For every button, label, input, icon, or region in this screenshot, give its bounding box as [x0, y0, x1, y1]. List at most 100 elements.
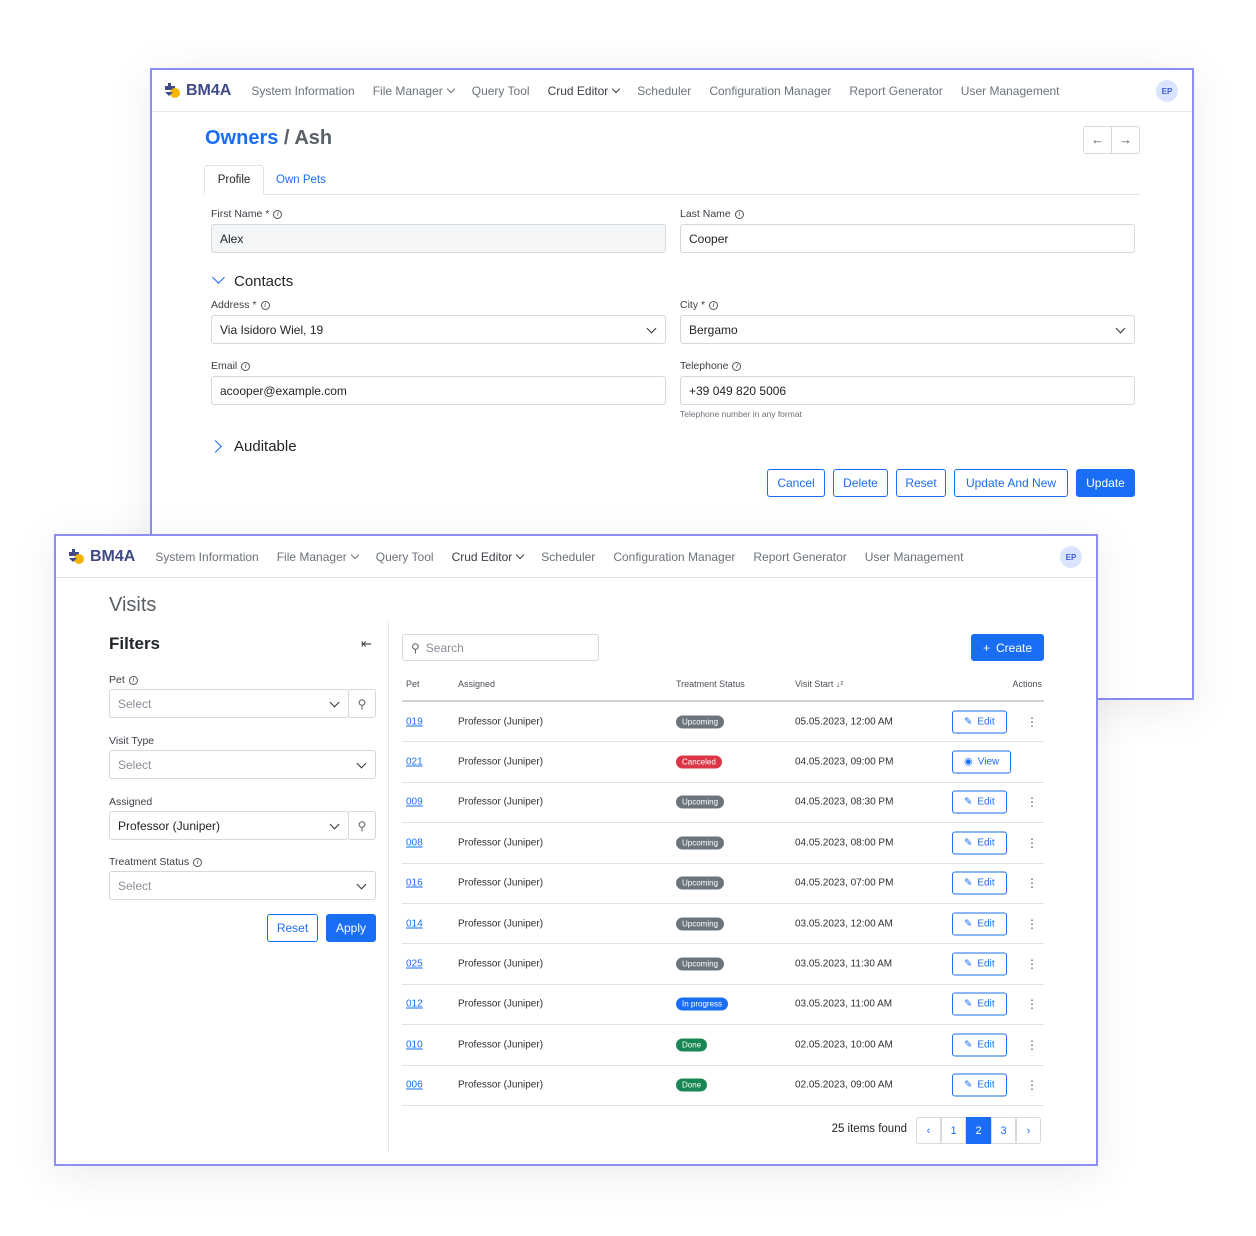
- nav-user-management[interactable]: User Management: [865, 550, 964, 564]
- pet-link[interactable]: 021: [406, 757, 423, 768]
- reset-button[interactable]: Reset: [896, 469, 946, 497]
- pet-link[interactable]: 009: [406, 797, 423, 808]
- email-field[interactable]: acooper@example.com: [211, 376, 666, 405]
- more-actions-icon[interactable]: ⋮: [1026, 917, 1038, 931]
- pet-filter-select[interactable]: Select: [109, 689, 349, 718]
- nav-scheduler[interactable]: Scheduler: [541, 550, 595, 564]
- info-icon[interactable]: i: [273, 209, 283, 219]
- brand-logo[interactable]: BM4A: [164, 82, 231, 100]
- first-name-field[interactable]: Alex: [211, 224, 666, 253]
- contacts-section-title[interactable]: Contacts: [234, 273, 293, 290]
- pet-link[interactable]: 014: [406, 918, 423, 929]
- column-assigned[interactable]: Assigned: [458, 679, 495, 689]
- edit-button[interactable]: ✎ Edit: [952, 710, 1007, 734]
- delete-button[interactable]: Delete: [833, 469, 888, 497]
- pet-link[interactable]: 019: [406, 716, 423, 727]
- cancel-button[interactable]: Cancel: [767, 469, 825, 497]
- more-actions-icon[interactable]: ⋮: [1026, 876, 1038, 890]
- page-2[interactable]: 2: [966, 1117, 991, 1144]
- nav-scheduler[interactable]: Scheduler: [637, 84, 691, 98]
- pet-link[interactable]: 012: [406, 999, 423, 1010]
- more-actions-icon[interactable]: ⋮: [1026, 957, 1038, 971]
- pet-link[interactable]: 025: [406, 959, 423, 970]
- tab-profile[interactable]: Profile: [204, 165, 264, 195]
- last-name-field[interactable]: Cooper: [680, 224, 1135, 253]
- column-pet[interactable]: Pet: [406, 679, 420, 689]
- nav-query-tool[interactable]: Query Tool: [376, 550, 434, 564]
- action-label: Edit: [977, 998, 995, 1010]
- info-icon[interactable]: i: [260, 300, 270, 310]
- visit-type-select[interactable]: Select: [109, 750, 376, 779]
- edit-button[interactable]: ✎ Edit: [952, 992, 1007, 1016]
- filter-apply-button[interactable]: Apply: [326, 914, 376, 942]
- nav-user-management[interactable]: User Management: [961, 84, 1060, 98]
- nav-crud-editor[interactable]: Crud Editor: [548, 84, 621, 98]
- edit-button[interactable]: ✎ Edit: [952, 912, 1007, 936]
- edit-button[interactable]: ✎ Edit: [952, 1073, 1007, 1097]
- edit-button[interactable]: ✎ Edit: [952, 831, 1007, 855]
- column-treatment-status[interactable]: Treatment Status: [676, 679, 745, 689]
- pet-link[interactable]: 006: [406, 1080, 423, 1091]
- chevron-right-icon[interactable]: [209, 440, 222, 453]
- more-actions-icon[interactable]: ⋮: [1026, 836, 1038, 850]
- auditable-section-title[interactable]: Auditable: [234, 438, 297, 455]
- edit-button[interactable]: ✎ Edit: [952, 1033, 1007, 1057]
- info-icon[interactable]: i: [193, 857, 203, 867]
- pagination-next[interactable]: ›: [1016, 1117, 1041, 1144]
- info-icon[interactable]: i: [128, 675, 138, 685]
- nav-configuration-manager[interactable]: Configuration Manager: [709, 84, 831, 98]
- arrow-right-icon[interactable]: →: [1112, 127, 1139, 153]
- address-select[interactable]: Via Isidoro Wiel, 19: [211, 315, 666, 344]
- chevron-down-icon[interactable]: [212, 271, 225, 284]
- brand-logo[interactable]: BM4A: [68, 548, 135, 566]
- nav-report-generator[interactable]: Report Generator: [849, 84, 942, 98]
- page-1[interactable]: 1: [941, 1117, 966, 1144]
- info-icon[interactable]: i: [709, 300, 719, 310]
- nav-configuration-manager[interactable]: Configuration Manager: [613, 550, 735, 564]
- pagination-prev[interactable]: ‹: [916, 1117, 941, 1144]
- edit-button[interactable]: ✎ Edit: [952, 790, 1007, 814]
- more-actions-icon[interactable]: ⋮: [1026, 1038, 1038, 1052]
- pet-link[interactable]: 016: [406, 878, 423, 889]
- update-and-new-button[interactable]: Update And New: [954, 469, 1068, 497]
- pet-lookup-button[interactable]: ⚲: [348, 689, 376, 718]
- nav-file-manager[interactable]: File Manager: [277, 550, 359, 564]
- collapse-filters-icon[interactable]: ⇤: [361, 636, 372, 652]
- search-input[interactable]: ⚲ Search: [402, 634, 599, 661]
- telephone-field[interactable]: +39 049 820 5006: [680, 376, 1135, 405]
- update-button[interactable]: Update: [1076, 469, 1135, 497]
- more-actions-icon[interactable]: ⋮: [1026, 1078, 1038, 1092]
- arrow-left-icon[interactable]: ←: [1084, 127, 1112, 153]
- edit-button[interactable]: ✎ Edit: [952, 871, 1007, 895]
- breadcrumb-owners[interactable]: Owners: [205, 127, 278, 149]
- avatar[interactable]: EP: [1156, 80, 1178, 102]
- pet-link[interactable]: 010: [406, 1039, 423, 1050]
- city-select[interactable]: Bergamo: [680, 315, 1135, 344]
- edit-button[interactable]: ✎ Edit: [952, 952, 1007, 976]
- info-icon[interactable]: i: [732, 361, 742, 371]
- action-label: Edit: [977, 877, 995, 889]
- treatment-status-select[interactable]: Select: [109, 871, 376, 900]
- column-visit-start[interactable]: Visit Start ↓²: [795, 679, 843, 689]
- info-icon[interactable]: i: [241, 361, 251, 371]
- view-button[interactable]: ◉ View: [952, 750, 1012, 774]
- nav-crud-editor[interactable]: Crud Editor: [452, 550, 525, 564]
- nav-report-generator[interactable]: Report Generator: [753, 550, 846, 564]
- label-text: First Name *: [211, 208, 270, 220]
- filter-reset-button[interactable]: Reset: [267, 914, 318, 942]
- nav-file-manager[interactable]: File Manager: [373, 84, 455, 98]
- page-3[interactable]: 3: [991, 1117, 1016, 1144]
- nav-system-information[interactable]: System Information: [155, 550, 258, 564]
- pet-link[interactable]: 008: [406, 837, 423, 848]
- info-icon[interactable]: i: [734, 209, 744, 219]
- more-actions-icon[interactable]: ⋮: [1026, 997, 1038, 1011]
- nav-query-tool[interactable]: Query Tool: [472, 84, 530, 98]
- tab-own-pets[interactable]: Own Pets: [276, 165, 326, 195]
- nav-system-information[interactable]: System Information: [251, 84, 354, 98]
- more-actions-icon[interactable]: ⋮: [1026, 795, 1038, 809]
- avatar[interactable]: EP: [1060, 546, 1082, 568]
- more-actions-icon[interactable]: ⋮: [1026, 715, 1038, 729]
- assigned-select[interactable]: Professor (Juniper): [109, 811, 349, 840]
- create-button[interactable]: + Create: [971, 634, 1044, 661]
- assigned-lookup-button[interactable]: ⚲: [348, 811, 376, 840]
